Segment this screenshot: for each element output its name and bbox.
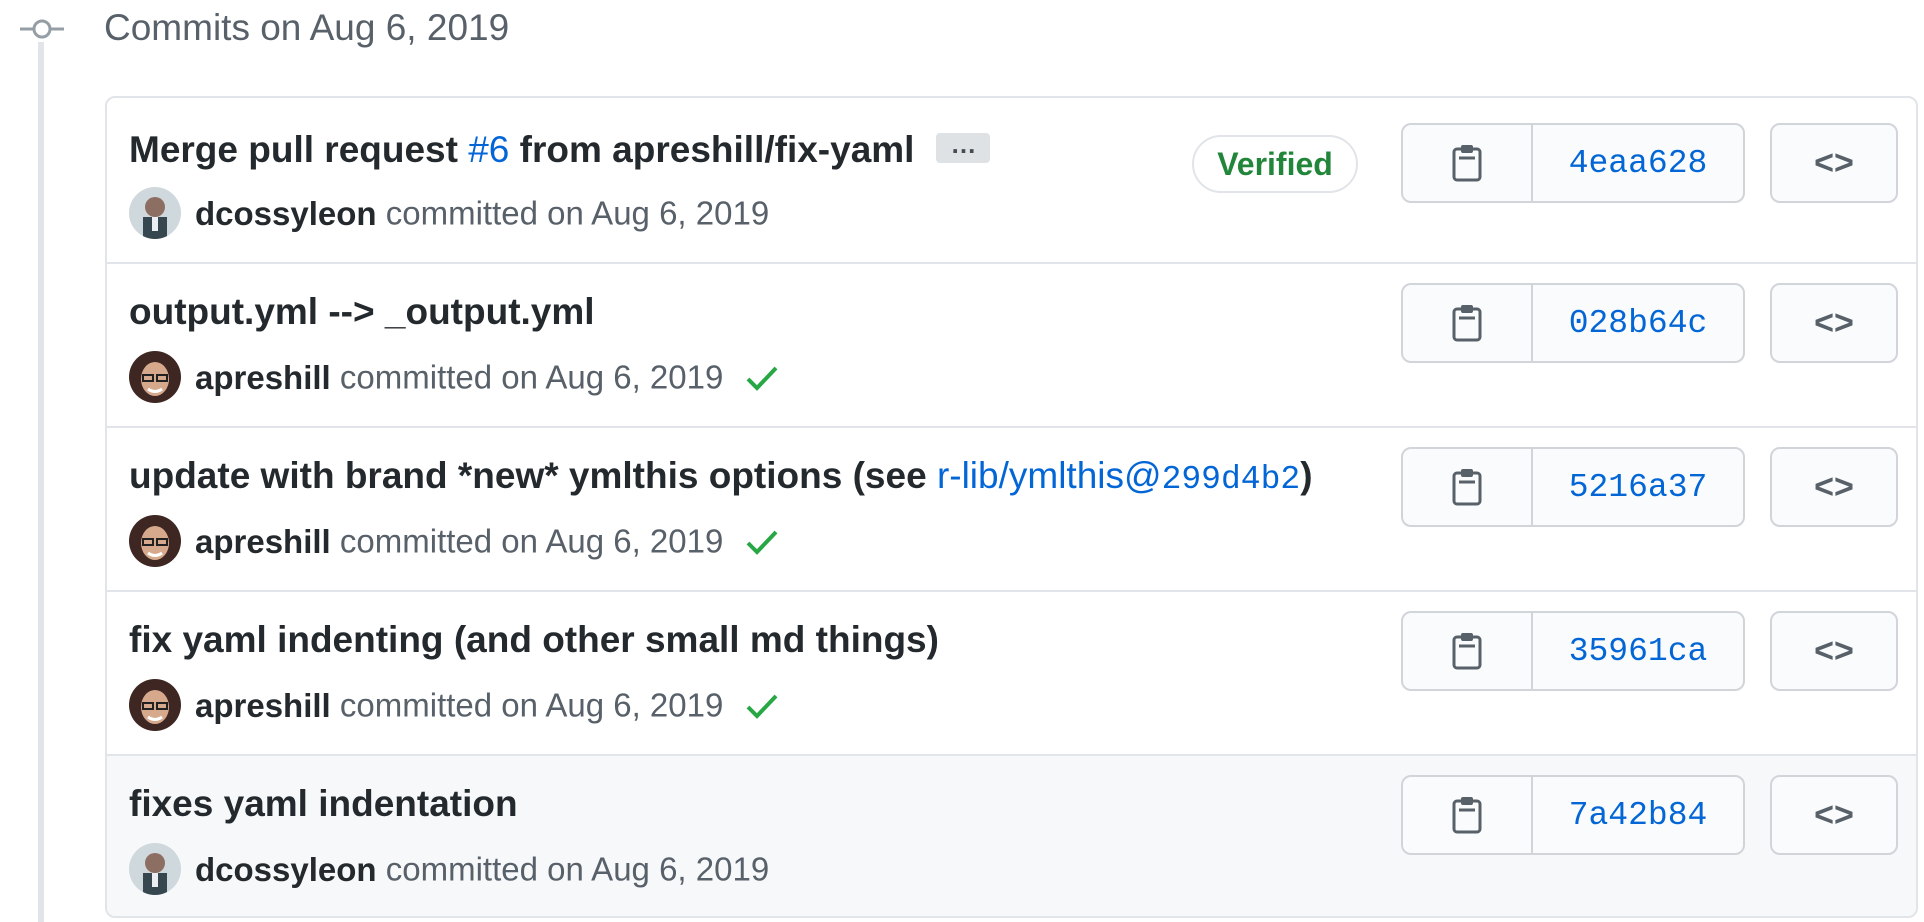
sha-link[interactable]: 7a42b84 xyxy=(1533,777,1743,853)
browse-repo-button[interactable]: <> xyxy=(1770,283,1898,363)
code-icon: <> xyxy=(1814,631,1854,670)
author-link[interactable]: dcossyleon xyxy=(195,195,377,232)
commit-row: Merge pull request #6 from apreshill/fix… xyxy=(107,98,1916,262)
verified-badge[interactable]: Verified xyxy=(1192,135,1358,193)
commit-row: fixes yaml indentation dcossyleon commit… xyxy=(107,754,1916,916)
commit-message-text[interactable]: ) xyxy=(1300,455,1312,496)
sha-button-group: 35961ca xyxy=(1401,611,1745,691)
sha-button-group: 7a42b84 xyxy=(1401,775,1745,855)
check-icon[interactable] xyxy=(745,528,779,556)
commit-reference-link[interactable]: r-lib/ymlthis@299d4b2 xyxy=(937,455,1300,498)
author-link[interactable]: apreshill xyxy=(195,523,331,560)
avatar[interactable] xyxy=(129,843,181,895)
committed-date: committed on Aug 6, 2019 xyxy=(339,686,724,724)
sha-button-group: 028b64c xyxy=(1401,283,1745,363)
clippy-icon xyxy=(1452,145,1482,182)
commit-message-text[interactable]: update with brand *new* ymlthis options … xyxy=(129,455,937,496)
avatar[interactable] xyxy=(129,679,181,731)
clippy-icon xyxy=(1452,469,1482,506)
code-icon: <> xyxy=(1814,143,1854,182)
copy-sha-button[interactable] xyxy=(1403,613,1533,689)
committed-date: committed on Aug 6, 2019 xyxy=(385,194,770,232)
author-link[interactable]: apreshill xyxy=(195,359,331,396)
check-icon[interactable] xyxy=(745,692,779,720)
commit-message[interactable]: fix yaml indenting (and other small md t… xyxy=(129,618,939,662)
code-icon: <> xyxy=(1814,795,1854,834)
avatar[interactable] xyxy=(129,187,181,239)
author-link[interactable]: apreshill xyxy=(195,687,331,724)
browse-repo-button[interactable]: <> xyxy=(1770,611,1898,691)
commit-meta: dcossyleon committed on Aug 6, 2019 xyxy=(129,187,770,242)
timeline-date-heading: Commits on Aug 6, 2019 xyxy=(104,7,510,48)
pull-request-link[interactable]: #6 xyxy=(468,129,509,170)
sha-link[interactable]: 028b64c xyxy=(1533,285,1743,361)
sha-link[interactable]: 35961ca xyxy=(1533,613,1743,689)
committed-date: committed on Aug 6, 2019 xyxy=(339,358,724,396)
committed-date: committed on Aug 6, 2019 xyxy=(339,522,724,560)
commit-row: update with brand *new* ymlthis options … xyxy=(107,426,1916,590)
git-commit-icon xyxy=(20,19,64,39)
commit-message-text[interactable]: Merge pull request xyxy=(129,129,468,170)
copy-sha-button[interactable] xyxy=(1403,449,1533,525)
commit-message[interactable]: Merge pull request #6 from apreshill/fix… xyxy=(129,128,991,172)
timeline-line xyxy=(38,42,44,922)
commit-meta: apreshill committed on Aug 6, 2019 xyxy=(129,515,779,570)
sha-button-group: 5216a37 xyxy=(1401,447,1745,527)
browse-repo-button[interactable]: <> xyxy=(1770,447,1898,527)
copy-sha-button[interactable] xyxy=(1403,285,1533,361)
committed-date: committed on Aug 6, 2019 xyxy=(385,850,770,888)
commit-meta: dcossyleon committed on Aug 6, 2019 xyxy=(129,843,770,898)
expand-ellipsis-button[interactable]: … xyxy=(936,131,991,164)
author-link[interactable]: dcossyleon xyxy=(195,851,377,888)
sha-link[interactable]: 4eaa628 xyxy=(1533,125,1743,201)
commit-meta: apreshill committed on Aug 6, 2019 xyxy=(129,351,779,406)
browse-repo-button[interactable]: <> xyxy=(1770,123,1898,203)
commit-row: output.yml --> _output.yml apreshill com… xyxy=(107,262,1916,426)
check-icon[interactable] xyxy=(745,364,779,392)
code-icon: <> xyxy=(1814,303,1854,342)
commit-meta: apreshill committed on Aug 6, 2019 xyxy=(129,679,779,734)
commit-row: fix yaml indenting (and other small md t… xyxy=(107,590,1916,754)
commit-list: Merge pull request #6 from apreshill/fix… xyxy=(105,96,1918,918)
sha-button-group: 4eaa628 xyxy=(1401,123,1745,203)
commit-message[interactable]: fixes yaml indentation xyxy=(129,782,518,826)
avatar[interactable] xyxy=(129,515,181,567)
copy-sha-button[interactable] xyxy=(1403,125,1533,201)
commit-message[interactable]: update with brand *new* ymlthis options … xyxy=(129,454,1313,502)
copy-sha-button[interactable] xyxy=(1403,777,1533,853)
commit-message-text[interactable]: from apreshill/fix-yaml xyxy=(509,129,915,170)
code-icon: <> xyxy=(1814,467,1854,506)
sha-link[interactable]: 5216a37 xyxy=(1533,449,1743,525)
browse-repo-button[interactable]: <> xyxy=(1770,775,1898,855)
clippy-icon xyxy=(1452,797,1482,834)
avatar[interactable] xyxy=(129,351,181,403)
commit-message[interactable]: output.yml --> _output.yml xyxy=(129,290,595,334)
clippy-icon xyxy=(1452,633,1482,670)
clippy-icon xyxy=(1452,305,1482,342)
